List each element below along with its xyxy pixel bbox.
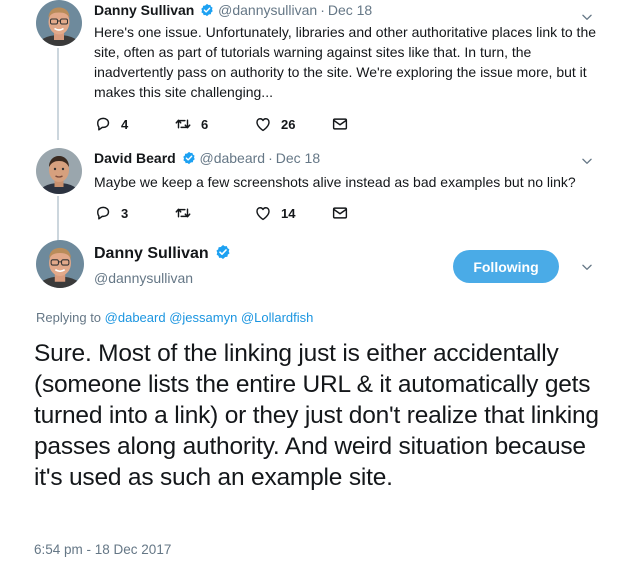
- direct-message-icon: [331, 204, 349, 222]
- retweet-icon: [174, 115, 192, 133]
- like-icon: [254, 204, 272, 222]
- author-handle[interactable]: @dannysullivan: [94, 269, 193, 287]
- tweet-text: Sure. Most of the linking just is either…: [34, 340, 599, 491]
- retweet-count: 6: [201, 116, 209, 132]
- chevron-down-icon[interactable]: [580, 260, 594, 274]
- reply-icon: [94, 204, 112, 222]
- tweet-actions: 3 14: [94, 203, 364, 223]
- author-handle[interactable]: @dannysullivan: [218, 2, 317, 18]
- mention-link[interactable]: @Lollardfish: [241, 310, 313, 325]
- verified-badge-icon: [215, 244, 231, 260]
- thread-tweet[interactable]: David Beard @dabeard · Dec 18 Maybe we kee…: [0, 140, 628, 242]
- verified-badge-icon: [200, 3, 214, 17]
- reply-button[interactable]: 3: [94, 203, 128, 223]
- author-name[interactable]: Danny Sullivan: [94, 245, 209, 262]
- direct-message-button[interactable]: [331, 114, 349, 134]
- direct-message-button[interactable]: [331, 203, 349, 223]
- author-handle[interactable]: @dabeard: [199, 150, 265, 166]
- chevron-down-icon[interactable]: [580, 154, 594, 168]
- like-count: 26: [281, 116, 296, 132]
- mention-link[interactable]: @dabeard: [105, 310, 166, 325]
- separator: ·: [320, 2, 325, 18]
- like-button[interactable]: 26: [254, 114, 295, 134]
- thread-connector-line: [57, 48, 59, 140]
- separator: ·: [268, 150, 273, 166]
- tweet-text: Here's one issue. Unfortunately, librari…: [94, 24, 597, 100]
- tweet-date[interactable]: Dec 18: [328, 2, 372, 18]
- tweet-text: Maybe we keep a few screenshots alive in…: [94, 174, 576, 190]
- avatar[interactable]: [36, 240, 84, 288]
- like-count: 14: [281, 205, 296, 221]
- following-button[interactable]: Following: [453, 250, 559, 283]
- focused-tweet: Danny Sullivan @dannysullivan Following …: [0, 232, 628, 561]
- like-icon: [254, 115, 272, 133]
- tweet-date[interactable]: Dec 18: [276, 150, 320, 166]
- tweet-timestamp[interactable]: 6:54 pm - 18 Dec 2017: [34, 542, 171, 557]
- retweet-icon: [174, 204, 192, 222]
- reply-icon: [94, 115, 112, 133]
- retweet-button[interactable]: 6: [174, 114, 208, 134]
- verified-badge-icon: [182, 151, 196, 165]
- tweet-header: David Beard @dabeard · Dec 18: [94, 149, 320, 167]
- like-button[interactable]: 14: [254, 203, 295, 223]
- retweet-button[interactable]: [174, 203, 201, 223]
- replying-to: Replying to @dabeard @jessamyn @Lollardf…: [36, 310, 313, 326]
- tweet-header: Danny Sullivan @dannysullivan · Dec 18: [94, 1, 372, 19]
- author-name[interactable]: Danny Sullivan: [94, 2, 194, 18]
- thread-tweet[interactable]: Danny Sullivan @dannysullivan · Dec 18 Her…: [0, 0, 628, 140]
- direct-message-icon: [331, 115, 349, 133]
- author-name-row: Danny Sullivan: [94, 244, 231, 264]
- reply-count: 4: [121, 116, 129, 132]
- author-name[interactable]: David Beard: [94, 150, 176, 166]
- avatar[interactable]: [36, 0, 82, 46]
- avatar[interactable]: [36, 148, 82, 194]
- replying-to-label: Replying to: [36, 310, 102, 325]
- reply-button[interactable]: 4: [94, 114, 128, 134]
- reply-count: 3: [121, 205, 129, 221]
- mention-link[interactable]: @jessamyn: [169, 310, 237, 325]
- tweet-actions: 4 6 26: [94, 114, 364, 134]
